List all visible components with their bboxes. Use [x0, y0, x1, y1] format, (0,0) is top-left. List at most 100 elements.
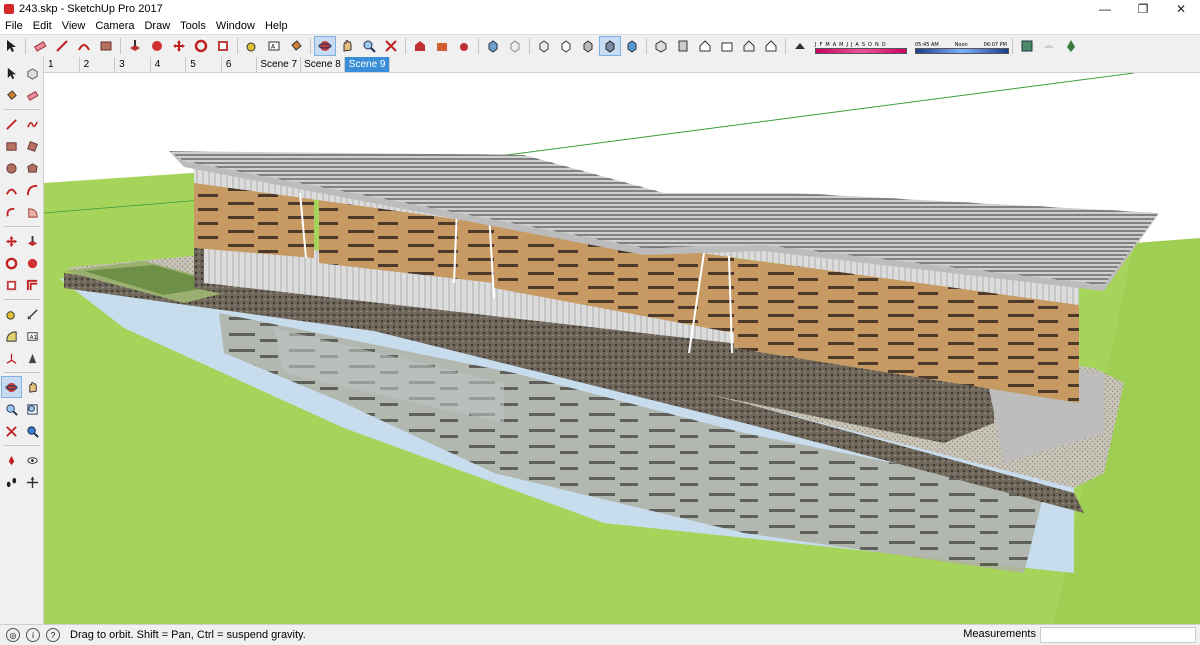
offset-tool-icon[interactable] [23, 275, 42, 295]
three-point-arc-tool-icon[interactable] [2, 202, 21, 222]
shaded-style-icon[interactable] [578, 37, 598, 55]
rotated-rectangle-tool-icon[interactable] [23, 136, 42, 156]
two-point-arc-tool-icon[interactable] [23, 180, 42, 200]
geo-location-status-icon[interactable]: ◎ [6, 628, 20, 642]
scale-tool-icon[interactable] [213, 37, 233, 55]
freehand-tool-icon[interactable] [23, 114, 42, 134]
look-around-tool-icon[interactable] [23, 450, 42, 470]
scene-tab-3[interactable]: 3 [115, 57, 151, 72]
polygon-tool-icon[interactable] [23, 158, 42, 178]
orbit-tool-icon[interactable] [0, 376, 22, 398]
credits-status-icon[interactable]: i [26, 628, 40, 642]
eraser-tool-icon[interactable] [23, 85, 42, 105]
pan-tool-icon[interactable] [23, 377, 42, 397]
menu-window[interactable]: Window [211, 20, 260, 32]
monochrome-style-icon[interactable] [622, 37, 642, 55]
scale-tool-icon[interactable] [2, 275, 21, 295]
iso-view-icon[interactable] [651, 37, 671, 55]
shaded-textures-style-icon[interactable] [599, 36, 621, 56]
3d-text-tool-icon[interactable] [23, 348, 42, 368]
follow-me-tool-icon[interactable] [147, 37, 167, 55]
push-pull-tool-icon[interactable] [125, 37, 145, 55]
text-tool-icon[interactable]: A1 [23, 326, 42, 346]
scene-tab-4[interactable]: 4 [151, 57, 187, 72]
fog-toggle-icon[interactable] [1039, 37, 1059, 55]
rotate-tool-icon[interactable] [191, 37, 211, 55]
scene-tab-scene-7[interactable]: Scene 7 [257, 57, 302, 72]
minimize-button[interactable]: — [1086, 0, 1124, 18]
select-tool-icon[interactable] [1, 37, 21, 55]
push-pull-tool-icon[interactable] [23, 231, 42, 251]
circle-tool-icon[interactable] [2, 158, 21, 178]
modeling-viewport[interactable] [44, 73, 1200, 624]
pie-tool-icon[interactable] [23, 202, 42, 222]
scene-tab-1[interactable]: 1 [44, 57, 80, 72]
rectangle-tool-icon[interactable] [2, 136, 21, 156]
top-view-icon[interactable] [673, 37, 693, 55]
menu-tools[interactable]: Tools [175, 20, 211, 32]
menu-draw[interactable]: Draw [139, 20, 175, 32]
measurements-input[interactable] [1040, 627, 1196, 643]
move-tool-icon[interactable] [169, 37, 189, 55]
scene-tab-6[interactable]: 6 [222, 57, 258, 72]
back-view-icon[interactable] [739, 37, 759, 55]
tape-measure-tool-icon[interactable] [2, 304, 21, 324]
orbit-tool-icon[interactable] [314, 36, 336, 56]
line-tool-icon[interactable] [52, 37, 72, 55]
rotate-tool-icon[interactable] [2, 253, 21, 273]
shadows-toggle-icon[interactable] [790, 37, 810, 55]
line-tool-icon[interactable] [2, 114, 21, 134]
dimension-tool-icon[interactable] [23, 304, 42, 324]
geo-location-icon[interactable] [1061, 37, 1081, 55]
section-plane-tool-icon[interactable] [23, 472, 42, 492]
time-slider-track[interactable] [915, 47, 1009, 54]
zoom-tool-icon[interactable] [2, 399, 21, 419]
move-tool-icon[interactable] [2, 231, 21, 251]
scene-tab-2[interactable]: 2 [80, 57, 116, 72]
text-tool-icon[interactable]: A [264, 37, 284, 55]
menu-view[interactable]: View [57, 20, 91, 32]
make-component-tool-icon[interactable] [23, 63, 42, 83]
back-edges-style-icon[interactable] [505, 37, 525, 55]
walk-tool-icon[interactable] [2, 472, 21, 492]
zoom-window-tool-icon[interactable] [23, 399, 42, 419]
close-button[interactable]: ✕ [1162, 0, 1200, 18]
wireframe-style-icon[interactable] [534, 37, 554, 55]
date-slider-track[interactable] [815, 47, 907, 54]
shadow-date-slider[interactable]: J F M A M J J A S O N D [815, 39, 907, 54]
eraser-tool-icon[interactable] [30, 37, 50, 55]
pan-tool-icon[interactable] [337, 37, 357, 55]
right-view-icon[interactable] [717, 37, 737, 55]
paint-bucket-tool-icon[interactable] [286, 37, 306, 55]
menu-file[interactable]: File [0, 20, 28, 32]
select-tool-icon[interactable] [2, 63, 21, 83]
zoom-extents-tool-icon[interactable] [2, 421, 21, 441]
share-model-icon[interactable] [432, 37, 452, 55]
menu-edit[interactable]: Edit [28, 20, 57, 32]
previous-view-tool-icon[interactable] [23, 421, 42, 441]
scene-tab-scene-8[interactable]: Scene 8 [301, 57, 345, 72]
front-view-icon[interactable] [695, 37, 715, 55]
zoom-extents-tool-icon[interactable] [381, 37, 401, 55]
paint-bucket-tool-icon[interactable] [2, 85, 21, 105]
menu-help[interactable]: Help [260, 20, 293, 32]
warehouse-icon[interactable] [410, 37, 430, 55]
rectangle-tool-icon[interactable] [96, 37, 116, 55]
add-location-icon[interactable] [1017, 37, 1037, 55]
instructor-status-icon[interactable]: ? [46, 628, 60, 642]
arc-tool-icon[interactable] [74, 37, 94, 55]
hidden-line-style-icon[interactable] [556, 37, 576, 55]
tape-measure-tool-icon[interactable] [242, 37, 262, 55]
protractor-tool-icon[interactable] [2, 326, 21, 346]
axes-tool-icon[interactable] [2, 348, 21, 368]
maximize-button[interactable]: ❐ [1124, 0, 1162, 18]
extension-warehouse-icon[interactable] [454, 37, 474, 55]
shadow-time-slider[interactable]: 05:45 AM Noon 06:07 PM [915, 39, 1009, 54]
scene-tab-5[interactable]: 5 [186, 57, 222, 72]
menu-camera[interactable]: Camera [90, 20, 139, 32]
follow-me-tool-icon[interactable] [23, 253, 42, 273]
left-view-icon[interactable] [761, 37, 781, 55]
position-camera-tool-icon[interactable] [2, 450, 21, 470]
scene-tab-scene-9[interactable]: Scene 9 [344, 57, 391, 72]
zoom-tool-icon[interactable] [359, 37, 379, 55]
